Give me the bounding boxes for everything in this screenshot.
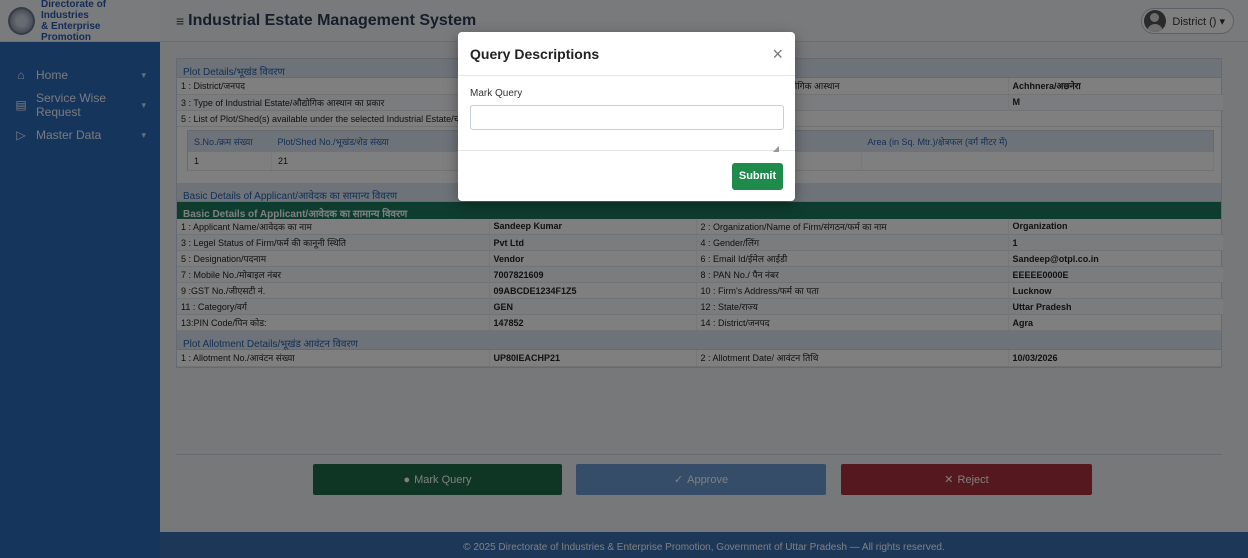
modal-header: Query Descriptions × bbox=[458, 32, 795, 76]
query-modal: Query Descriptions × Mark Query ◢ Submit bbox=[458, 32, 795, 201]
submit-button[interactable]: Submit bbox=[732, 162, 783, 190]
mark-query-textarea[interactable] bbox=[470, 105, 784, 130]
close-icon[interactable]: × bbox=[772, 45, 783, 63]
modal-footer: Submit bbox=[458, 151, 795, 201]
modal-title: Query Descriptions bbox=[470, 45, 600, 62]
modal-body: Mark Query bbox=[458, 76, 795, 151]
mark-query-field-label: Mark Query bbox=[470, 88, 523, 99]
resize-grip-icon[interactable]: ◢ bbox=[773, 144, 779, 153]
